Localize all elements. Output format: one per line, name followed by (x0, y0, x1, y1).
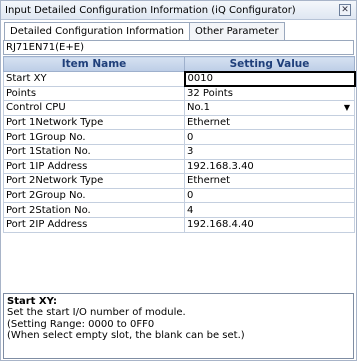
help-panel: Start XY: Set the start I/O number of mo… (3, 293, 354, 359)
port2-group-no-value[interactable]: 0 (184, 187, 355, 204)
window-title: Input Detailed Configuration Information… (5, 4, 296, 16)
module-name: RJ71EN71(E+E) (3, 40, 354, 55)
tab-strip: Detailed Configuration Information Other… (4, 22, 285, 40)
help-line: (When select empty slot, the blank can b… (7, 330, 245, 342)
port2-network-type-value[interactable]: Ethernet (184, 173, 355, 189)
item-name-port1-group-no[interactable]: Port 1Group No. (3, 129, 185, 145)
port1-station-no-value[interactable]: 3 (184, 143, 355, 160)
table-row[interactable]: Port 1Network Type Ethernet (3, 114, 355, 131)
settings-grid: Item Name Setting Value Start XY 0010 Po… (3, 56, 356, 233)
port1-ip-address-value[interactable]: 192.168.3.40 (184, 158, 355, 175)
table-row[interactable]: Port 2Station No. 4 (3, 202, 355, 218)
chevron-down-icon[interactable]: ▼ (341, 102, 353, 113)
table-row[interactable]: Port 1Station No. 3 (3, 143, 355, 160)
table-row[interactable]: Port 1IP Address 192.168.3.40 (3, 158, 355, 175)
help-line: (Setting Range: 0000 to 0FF0 (7, 318, 155, 330)
item-name-port2-ip-address[interactable]: Port 2IP Address (3, 216, 185, 233)
item-name-port2-station-no[interactable]: Port 2Station No. (3, 202, 185, 218)
port2-station-no-value[interactable]: 4 (184, 202, 355, 218)
table-row[interactable]: Points 32 Points (3, 85, 355, 102)
table-row[interactable]: Port 2IP Address 192.168.4.40 (3, 216, 355, 233)
configuration-window: Input Detailed Configuration Information… (0, 0, 357, 361)
item-name-header: Item Name (3, 56, 185, 72)
setting-value-header: Setting Value (184, 56, 355, 72)
item-name-port2-group-no[interactable]: Port 2Group No. (3, 187, 185, 204)
tab-detailed-configuration[interactable]: Detailed Configuration Information (4, 22, 191, 40)
title-bar: Input Detailed Configuration Information… (1, 1, 356, 20)
control-cpu-select[interactable]: No.1 ▼ (184, 100, 355, 116)
port1-group-no-value[interactable]: 0 (184, 129, 355, 145)
close-icon[interactable]: ✕ (339, 4, 351, 16)
item-name-start-xy[interactable]: Start XY (3, 71, 185, 87)
item-name-port1-ip-address[interactable]: Port 1IP Address (3, 158, 185, 175)
points-value[interactable]: 32 Points (184, 85, 355, 102)
item-name-port2-network-type[interactable]: Port 2Network Type (3, 173, 185, 189)
table-row[interactable]: Port 1Group No. 0 (3, 129, 355, 145)
port2-ip-address-value[interactable]: 192.168.4.40 (184, 216, 355, 233)
table-row[interactable]: Start XY 0010 (3, 70, 356, 88)
table-row[interactable]: Control CPU No.1 ▼ (3, 100, 355, 116)
port1-network-type-value[interactable]: Ethernet (184, 114, 355, 131)
item-name-port1-network-type[interactable]: Port 1Network Type (3, 114, 185, 131)
item-name-port1-station-no[interactable]: Port 1Station No. (3, 143, 185, 160)
tab-other-parameter[interactable]: Other Parameter (190, 22, 285, 40)
start-xy-input[interactable]: 0010 (183, 70, 356, 88)
help-title: Start XY: (7, 296, 58, 307)
item-name-control-cpu[interactable]: Control CPU (3, 100, 185, 116)
table-row[interactable]: Port 2Group No. 0 (3, 187, 355, 204)
item-name-points[interactable]: Points (3, 85, 185, 102)
help-line: Set the start I/O number of module. (7, 307, 186, 319)
control-cpu-value: No.1 (187, 102, 210, 114)
grid-header-row: Item Name Setting Value (3, 56, 355, 72)
table-row[interactable]: Port 2Network Type Ethernet (3, 173, 355, 189)
